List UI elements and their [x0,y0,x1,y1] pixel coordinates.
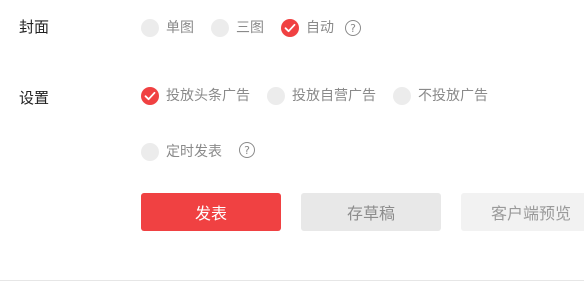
question-circle-icon[interactable]: ? [239,142,255,158]
checkmark-icon [141,87,159,105]
cover-label: 封面 [19,18,50,36]
radio-label: 投放自营广告 [292,88,376,104]
radio-unchecked-icon [393,87,411,105]
radio-label: 定时发表 [166,144,222,160]
radio-label: 三图 [236,20,264,36]
save-draft-button[interactable]: 存草稿 [301,193,441,231]
radio-label: 自动 [306,20,334,36]
ad-option-none[interactable]: 不投放广告 [393,86,488,106]
ad-option-toutiao[interactable]: 投放头条广告 [141,86,250,106]
schedule-publish-checkbox[interactable]: 定时发表 [141,142,222,162]
ad-option-self[interactable]: 投放自营广告 [267,86,376,106]
checkmark-icon [281,19,299,37]
publish-settings-panel: 封面 单图 三图 自动 ? 设置 投放头条广告 投放自营广告 不投放广告 定时发… [0,0,584,282]
radio-unchecked-icon [141,143,159,161]
question-circle-icon[interactable]: ? [345,20,361,36]
radio-label: 单图 [166,20,194,36]
radio-unchecked-icon [211,19,229,37]
cover-option-single[interactable]: 单图 [141,18,194,38]
divider [0,280,584,281]
publish-button[interactable]: 发表 [141,193,281,231]
settings-label: 设置 [19,89,50,107]
radio-label: 不投放广告 [418,88,488,104]
cover-option-three[interactable]: 三图 [211,18,264,38]
radio-label: 投放头条广告 [166,88,250,104]
radio-unchecked-icon [141,19,159,37]
cover-option-auto[interactable]: 自动 [281,18,334,38]
client-preview-button[interactable]: 客户端预览 [461,193,584,231]
radio-unchecked-icon [267,87,285,105]
